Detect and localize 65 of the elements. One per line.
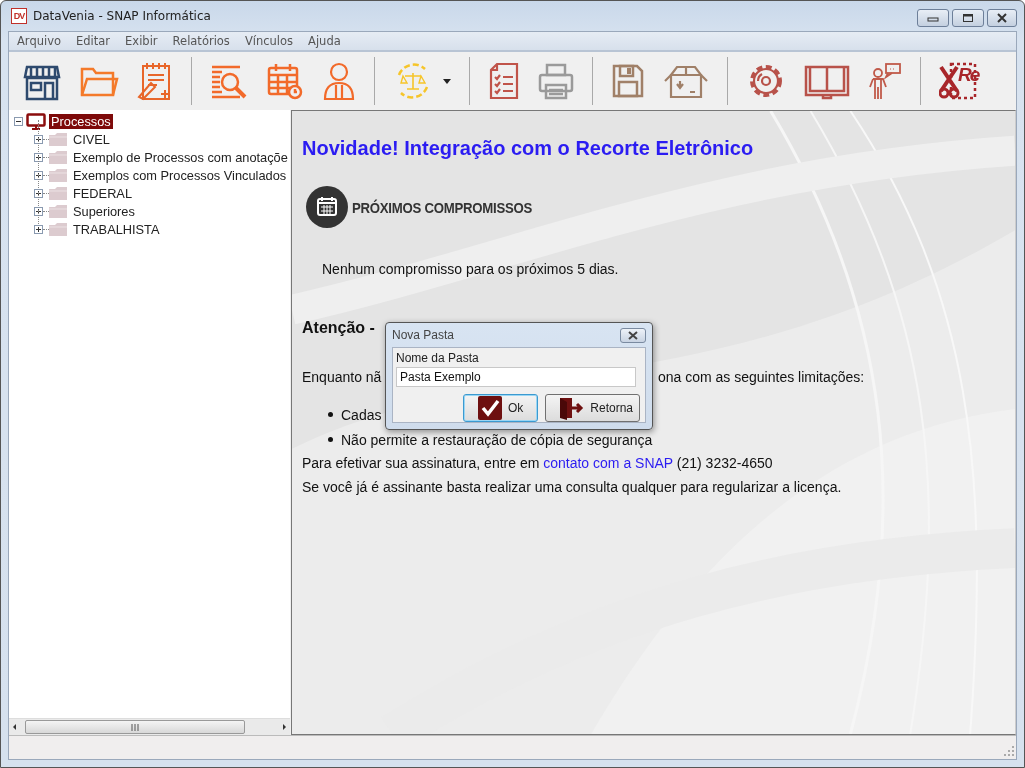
tree-item[interactable]: FEDERAL	[71, 185, 135, 201]
back-button[interactable]: Retorna	[545, 394, 640, 422]
expand-icon[interactable]	[34, 134, 43, 144]
exit-door-icon	[558, 396, 585, 420]
menu-item[interactable]: Arquivo	[17, 34, 62, 48]
calendar-icon	[306, 186, 348, 228]
caret-icon[interactable]	[443, 78, 451, 84]
maximize-button[interactable]	[952, 9, 984, 27]
calendar-clock-icon[interactable]	[266, 61, 304, 101]
ok-button[interactable]: Ok	[462, 394, 539, 422]
bullet-text: Não permite a restauração de cópia de segurança	[341, 431, 653, 448]
folder-icon	[49, 168, 67, 182]
folder-icon	[49, 186, 67, 200]
close-icon	[627, 330, 639, 340]
field-label: Nome da Pasta	[396, 351, 480, 365]
menu-item[interactable]: Ajuda	[308, 34, 341, 48]
dialog-close-button[interactable]	[620, 327, 646, 343]
subscribe-text: Para efetivar sua assinatura, entre em contato com a SNAP (21) 3232-4650	[302, 455, 773, 471]
paragraph-text: ona com as seguintes limitações:	[658, 369, 865, 385]
folder-icon	[49, 204, 67, 218]
person-speech-icon[interactable]	[868, 61, 902, 101]
folder-icon	[49, 222, 67, 236]
collapse-icon[interactable]	[14, 116, 23, 126]
contact-link[interactable]: contato com a SNAP	[543, 455, 673, 471]
checklist-icon[interactable]	[488, 61, 520, 101]
menu-item[interactable]: Exibir	[125, 34, 158, 48]
tree-item[interactable]: TRABALHISTA	[71, 221, 162, 237]
expand-icon[interactable]	[34, 170, 43, 180]
menu-item[interactable]: Vínculos	[244, 34, 294, 48]
expand-icon[interactable]	[34, 152, 43, 162]
minimize-icon	[927, 14, 939, 22]
notepad-pencil-icon[interactable]	[137, 61, 173, 101]
dialog-title: Nova Pasta	[392, 328, 455, 342]
empty-message: Nenhum compromisso para os próximos 5 dias.	[322, 261, 619, 277]
expand-icon[interactable]	[34, 206, 43, 216]
bullet-text: Cadas	[341, 406, 382, 423]
maximize-icon	[962, 13, 974, 23]
license-text: Se você já é assinante basta realizar uma consulta qualquer para regularizar a licença.	[302, 479, 842, 495]
paragraph-text: Enquanto nã	[302, 369, 382, 385]
menu-item[interactable]: Relatórios	[172, 34, 230, 48]
folder-icon	[49, 132, 67, 146]
tree-item[interactable]: Superiores	[71, 203, 137, 219]
tree-item[interactable]: CIVEL	[71, 131, 112, 147]
checkmark-icon	[477, 396, 502, 420]
bullet-dot	[328, 437, 333, 442]
tree-item[interactable]: Exemplo de Processos com anotaçõe	[71, 149, 290, 165]
close-icon	[996, 13, 1008, 23]
tree-item[interactable]: Processos	[49, 113, 113, 129]
folder-name-field[interactable]: Pasta Exemplo	[396, 367, 636, 387]
printer-icon[interactable]	[538, 61, 574, 101]
scrollbar-thumb[interactable]	[25, 720, 245, 734]
menu-item[interactable]: Editar	[76, 34, 111, 48]
headline: Novidade! Integração com o Recorte Eletrônico	[302, 137, 754, 160]
close-button[interactable]	[987, 9, 1017, 27]
app-logo-icon: DV	[11, 8, 27, 24]
folder-icon	[49, 150, 67, 164]
tree-item[interactable]: Exemplos com Processos Vinculados	[71, 167, 289, 183]
attention-heading: Atenção -	[302, 319, 375, 337]
expand-icon[interactable]	[34, 224, 43, 234]
bullet-dot	[328, 412, 333, 417]
expand-icon[interactable]	[34, 188, 43, 198]
resize-grip-icon[interactable]	[1004, 746, 1014, 756]
section-title: PRÓXIMOS COMPROMISSOS	[352, 198, 532, 216]
window-title: DataVenia - SNAP Informática	[33, 9, 211, 23]
person-icon[interactable]	[322, 61, 356, 101]
